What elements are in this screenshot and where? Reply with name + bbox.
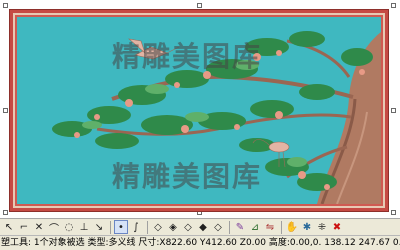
- measure-tool-icon[interactable]: ⊿: [248, 220, 262, 234]
- curve-tool-6-icon[interactable]: ⊥: [77, 220, 91, 234]
- node-tool-icon[interactable]: •: [114, 220, 128, 234]
- curve-tool-4-icon[interactable]: ⌒: [47, 220, 61, 235]
- diamond-tool-2-icon[interactable]: ◈: [166, 220, 180, 234]
- relief-frame: 精雕美图库 精雕美图库: [9, 9, 389, 212]
- frame-inner-red: 精雕美图库 精雕美图库: [15, 15, 383, 206]
- status-bar: 塑工具: 1个对象被选 类型:多义线 尺寸:X822.60 Y412.60 Z0…: [0, 235, 400, 250]
- curve-tool-3-icon[interactable]: ✕: [32, 220, 46, 234]
- toolbar-separator: [147, 220, 148, 234]
- delete-icon[interactable]: ✖: [330, 220, 344, 234]
- selection-handle-bottom-right[interactable]: [391, 210, 396, 215]
- curve-toolbar: ↖ ⌐ ✕ ⌒ ◌ ⊥ ↘ • ∫ ◇ ◈ ◇ ◆ ◇ ✎ ⊿ ⇋ ✋ ✱ ⁜ …: [0, 218, 400, 235]
- selection-handle-top-left[interactable]: [3, 3, 8, 8]
- relief-panel: 精雕美图库 精雕美图库: [17, 17, 381, 204]
- grid-tool-icon[interactable]: ⁜: [315, 220, 329, 234]
- selection-handle-top-middle[interactable]: [197, 3, 202, 8]
- frame-inner-border: 精雕美图库 精雕美图库: [13, 13, 385, 208]
- selection-handle-middle-right[interactable]: [391, 108, 396, 113]
- curve-tool-7-icon[interactable]: ↘: [92, 220, 106, 234]
- watermark-bottom: 精雕美图库: [112, 160, 263, 193]
- selection-handle-bottom-left[interactable]: [3, 210, 8, 215]
- toolbar-separator: [110, 220, 111, 234]
- brush-tool-icon[interactable]: ✎: [233, 220, 247, 234]
- hand-tool-icon[interactable]: ✋: [285, 220, 299, 234]
- diamond-tool-4-icon[interactable]: ◆: [196, 220, 210, 234]
- curve-tool-5-icon[interactable]: ◌: [62, 220, 76, 234]
- selection-handle-top-right[interactable]: [391, 3, 396, 8]
- selection-handle-middle-left[interactable]: [3, 108, 8, 113]
- select-node-icon[interactable]: ∫: [129, 220, 143, 234]
- curve-tool-1-icon[interactable]: ↖: [2, 220, 16, 234]
- diamond-tool-3-icon[interactable]: ◇: [181, 220, 195, 234]
- toolbar-separator: [281, 220, 282, 234]
- toolbar-separator: [229, 220, 230, 234]
- star-tool-icon[interactable]: ✱: [300, 220, 314, 234]
- mirror-tool-icon[interactable]: ⇋: [263, 220, 277, 234]
- drawing-canvas[interactable]: 精雕美图库 精雕美图库: [0, 0, 400, 218]
- diamond-tool-5-icon[interactable]: ◇: [211, 220, 225, 234]
- watermark-top: 精雕美图库: [112, 40, 263, 73]
- curve-tool-2-icon[interactable]: ⌐: [17, 220, 31, 234]
- diamond-tool-1-icon[interactable]: ◇: [151, 220, 165, 234]
